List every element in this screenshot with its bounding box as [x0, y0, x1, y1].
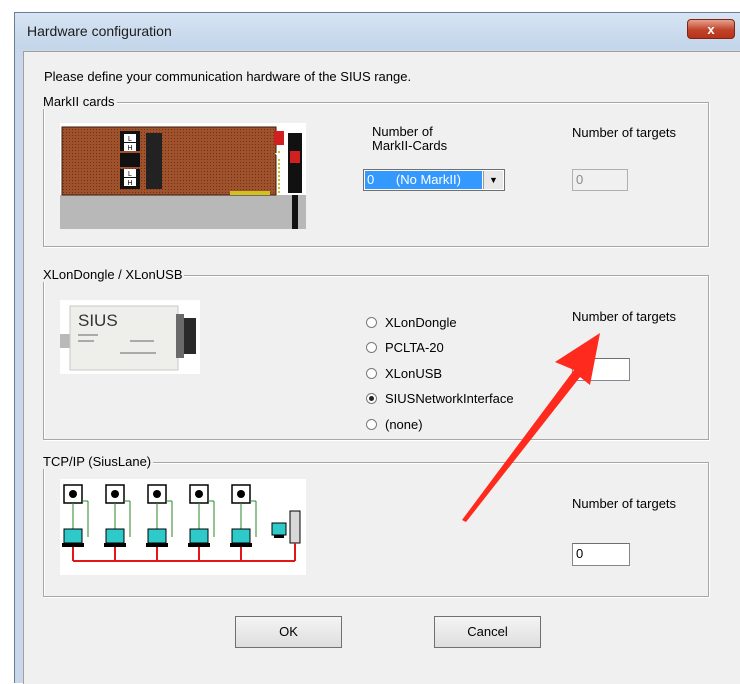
red-arrow-icon: [462, 333, 600, 522]
